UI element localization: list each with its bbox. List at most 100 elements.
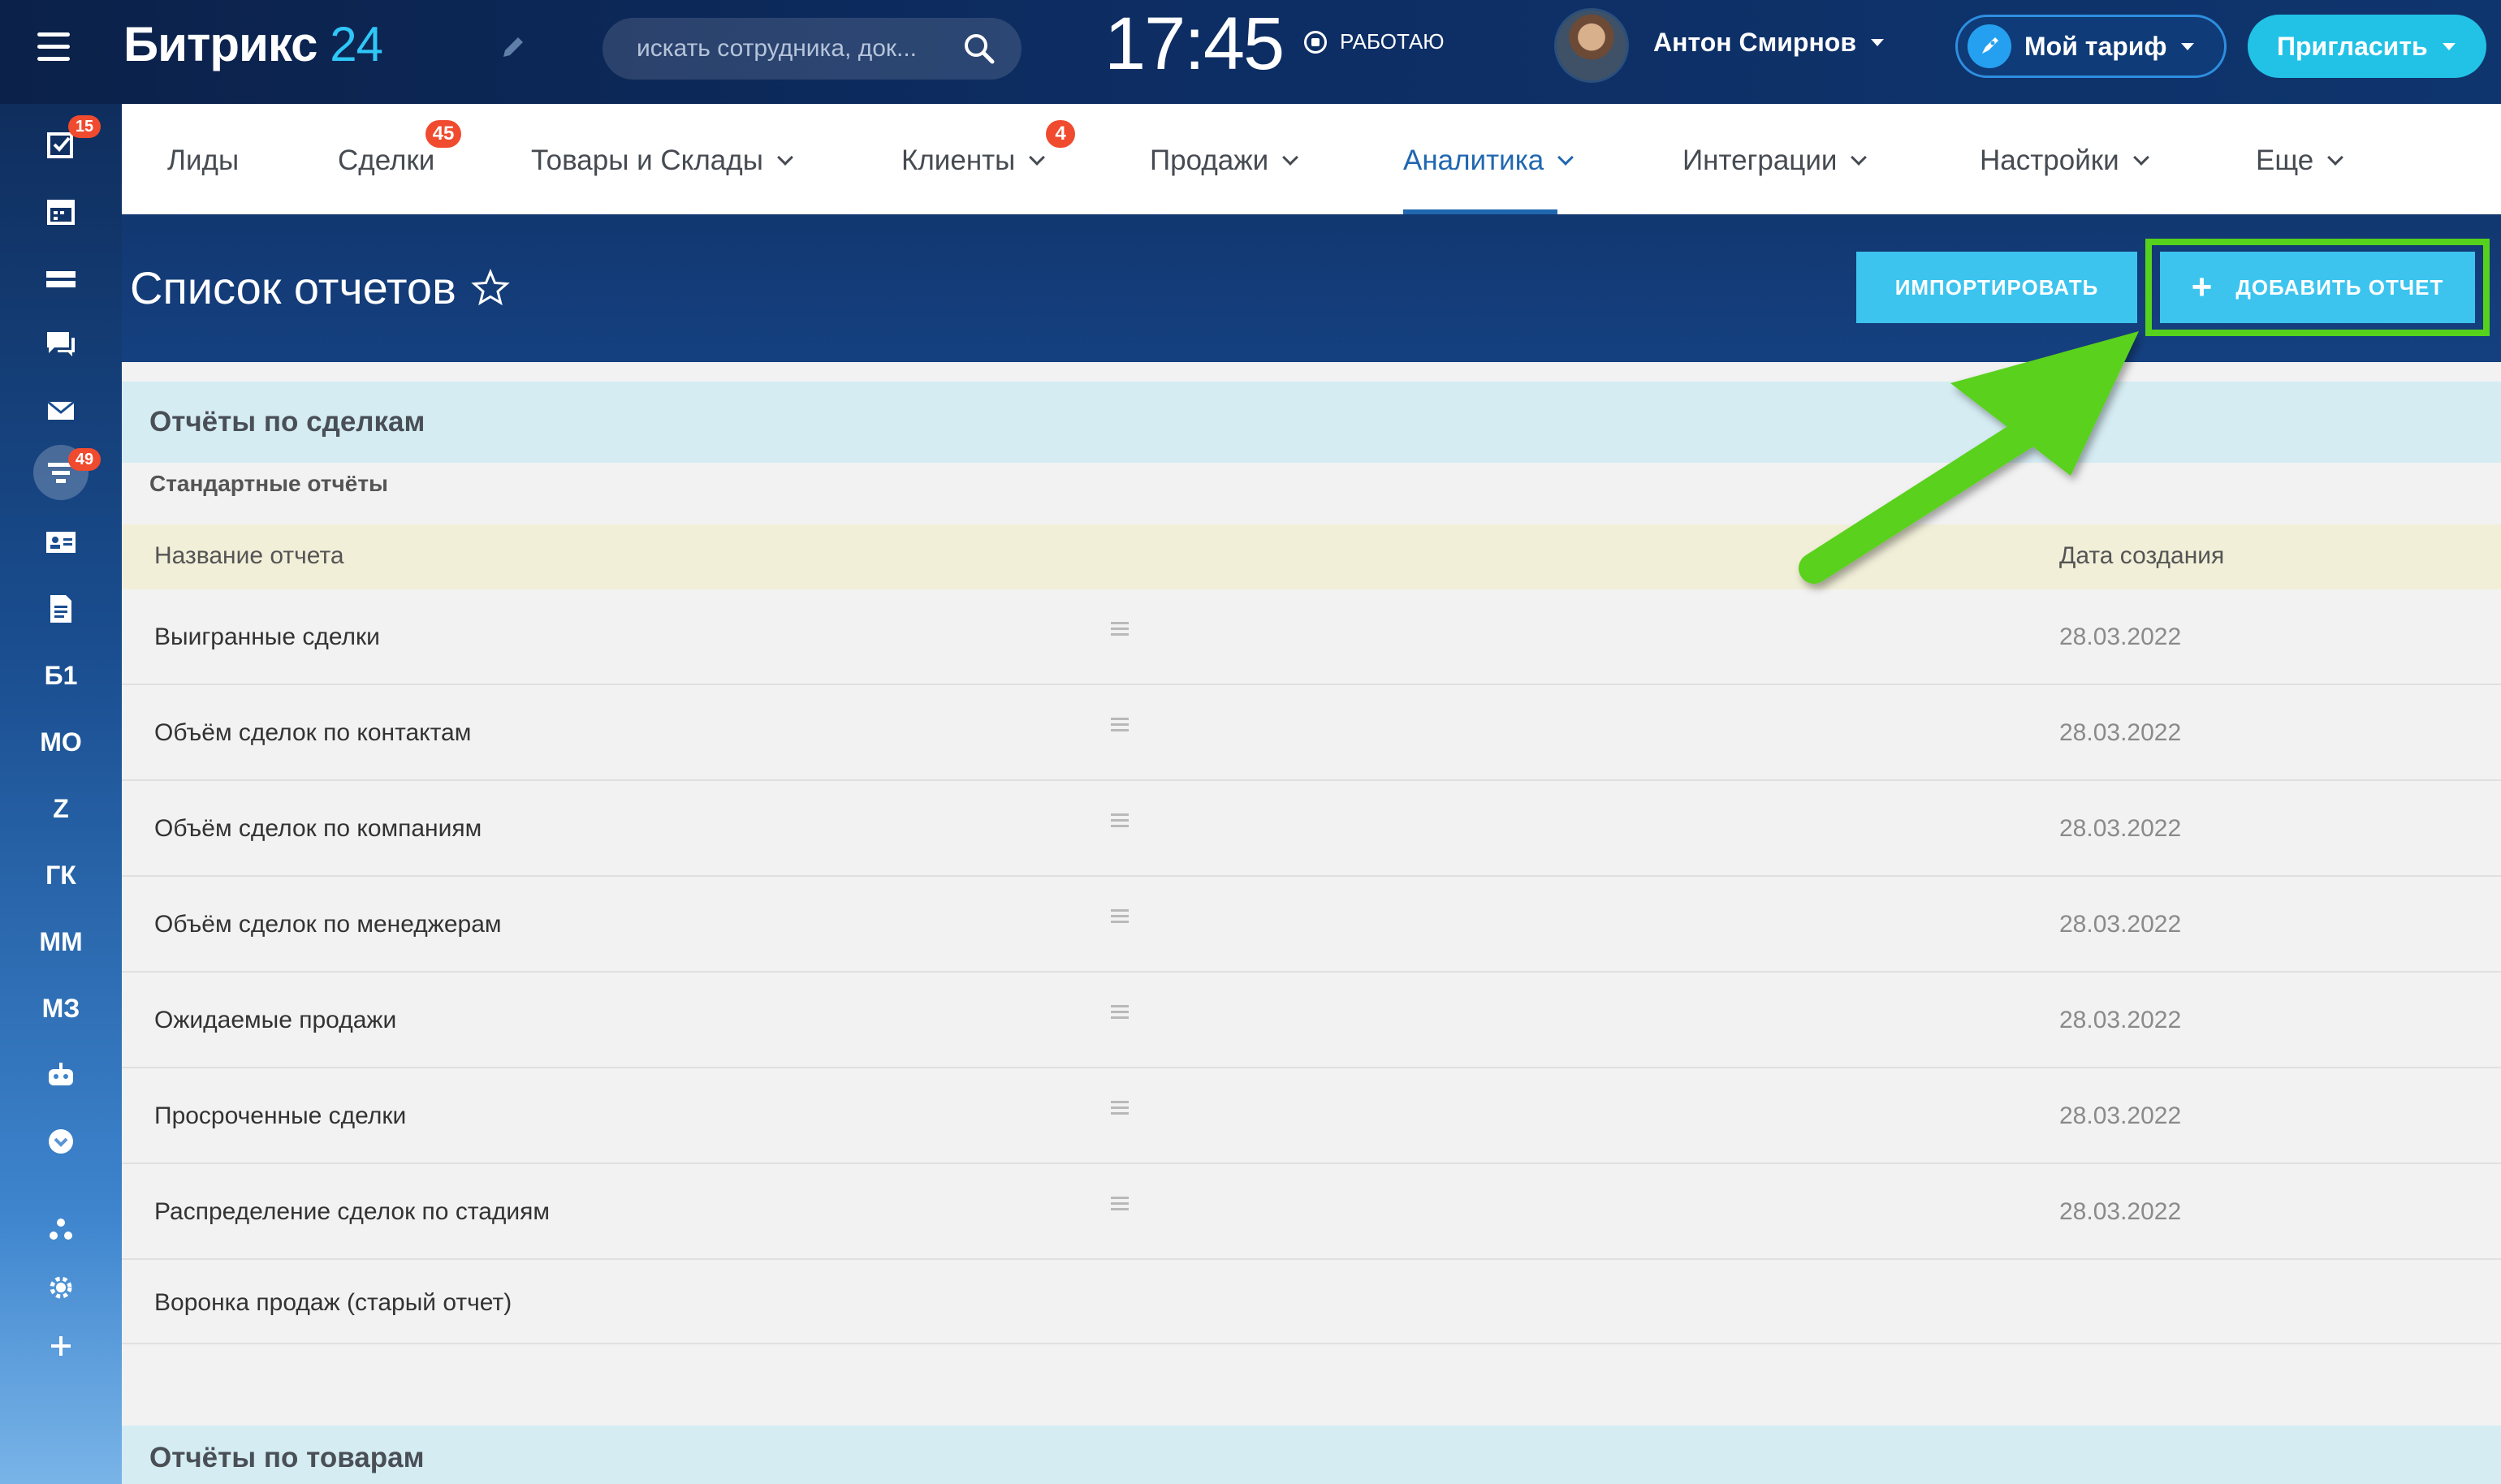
group-header-deals: Отчёты по сделкам bbox=[122, 382, 2501, 463]
search-icon[interactable] bbox=[961, 31, 997, 67]
report-name[interactable]: Воронка продаж (старый отчет) bbox=[154, 1289, 512, 1317]
hamburger-menu-icon[interactable] bbox=[37, 32, 83, 70]
table-row[interactable]: Выигранные сделки 28.03.2022 bbox=[122, 589, 2501, 685]
chevron-down-icon bbox=[1557, 149, 1574, 166]
sidebar-item-mo[interactable]: МО bbox=[0, 718, 122, 766]
invite-label: Пригласить bbox=[2277, 31, 2428, 61]
report-name[interactable]: Выигранные сделки bbox=[154, 623, 380, 651]
user-menu[interactable]: Антон Смирнов bbox=[1653, 28, 1884, 58]
clock[interactable]: 17:45 bbox=[1104, 2, 1285, 87]
search-box[interactable] bbox=[603, 18, 1022, 80]
report-name[interactable]: Объём сделок по менеджерам bbox=[154, 911, 502, 938]
edit-pencil-icon[interactable] bbox=[497, 31, 533, 67]
sidebar-item-z[interactable]: Z bbox=[0, 784, 122, 833]
tab-integrations[interactable]: Интеграции bbox=[1682, 145, 1868, 177]
stop-icon bbox=[1304, 30, 1327, 54]
group-header-products: Отчёты по товарам bbox=[122, 1426, 2501, 1484]
table-row[interactable]: Объём сделок по компаниям 28.03.2022 bbox=[122, 781, 2501, 877]
drag-handle-icon[interactable] bbox=[1111, 718, 1129, 734]
tab-products[interactable]: Товары и Склады bbox=[531, 145, 793, 177]
chevron-down-icon bbox=[776, 149, 793, 166]
table-row[interactable]: Воронка продаж (старый отчет) bbox=[122, 1260, 2501, 1344]
crm-nav-bar: Лиды Сделки 45 Товары и Склады Клиенты 4… bbox=[122, 104, 2501, 214]
column-header-date: Дата создания bbox=[2059, 542, 2225, 569]
sidebar-item-b1[interactable]: Б1 bbox=[0, 651, 122, 700]
drag-handle-icon[interactable] bbox=[1111, 1005, 1129, 1021]
report-date: 28.03.2022 bbox=[2059, 1007, 2182, 1033]
clients-badge: 4 bbox=[1046, 120, 1075, 148]
tab-label: Еще bbox=[2256, 145, 2314, 176]
import-button[interactable]: ИМПОРТИРОВАТЬ bbox=[1856, 252, 2137, 323]
import-label: ИМПОРТИРОВАТЬ bbox=[1894, 274, 2099, 300]
tab-analytics[interactable]: Аналитика bbox=[1403, 145, 1574, 177]
report-date: 28.03.2022 bbox=[2059, 1102, 2182, 1129]
report-date: 28.03.2022 bbox=[2059, 815, 2182, 842]
chat-icon[interactable] bbox=[0, 320, 122, 369]
rocket-icon bbox=[1968, 24, 2011, 68]
tariff-label: Мой тариф bbox=[2024, 31, 2167, 61]
search-input[interactable] bbox=[637, 35, 945, 63]
table-row[interactable]: Объём сделок по менеджерам 28.03.2022 bbox=[122, 877, 2501, 973]
report-name[interactable]: Распределение сделок по стадиям bbox=[154, 1198, 550, 1226]
tab-deals[interactable]: Сделки 45 bbox=[338, 120, 461, 177]
report-name[interactable]: Объём сделок по компаниям bbox=[154, 815, 482, 843]
report-date: 28.03.2022 bbox=[2059, 623, 2182, 650]
mail-icon[interactable] bbox=[0, 386, 122, 435]
drag-handle-icon[interactable] bbox=[1111, 1101, 1129, 1117]
plus-icon[interactable] bbox=[0, 1322, 122, 1370]
tasks-icon[interactable]: 15 bbox=[0, 115, 122, 169]
calendar-icon[interactable] bbox=[0, 187, 122, 235]
gear-icon[interactable] bbox=[0, 1263, 122, 1312]
report-name[interactable]: Объём сделок по контактам bbox=[154, 719, 471, 747]
table-row[interactable]: Распределение сделок по стадиям 28.03.20… bbox=[122, 1164, 2501, 1260]
drag-handle-icon[interactable] bbox=[1111, 622, 1129, 638]
sidebar-item-mm[interactable]: ММ bbox=[0, 917, 122, 966]
crm-icon[interactable]: 49 bbox=[0, 445, 122, 500]
tariff-button[interactable]: Мой тариф bbox=[1955, 15, 2227, 78]
tab-leads[interactable]: Лиды bbox=[167, 145, 239, 177]
page-title: Список отчетов bbox=[130, 261, 512, 314]
tab-sales[interactable]: Продажи bbox=[1150, 145, 1299, 177]
chevron-down-circle-icon[interactable] bbox=[0, 1117, 122, 1166]
avatar[interactable] bbox=[1554, 8, 1629, 83]
table-row[interactable]: Ожидаемые продажи 28.03.2022 bbox=[122, 973, 2501, 1068]
drag-handle-icon[interactable] bbox=[1111, 1197, 1129, 1213]
tab-label: Интеграции bbox=[1682, 145, 1838, 176]
group-title: Отчёты по товарам bbox=[149, 1442, 425, 1473]
tasks-badge: 15 bbox=[68, 115, 101, 138]
contact-card-icon[interactable] bbox=[0, 518, 122, 567]
report-date: 28.03.2022 bbox=[2059, 1198, 2182, 1225]
logo[interactable]: Битрикс 24 bbox=[123, 16, 383, 72]
table-row[interactable]: Просроченные сделки 28.03.2022 bbox=[122, 1068, 2501, 1164]
sidebar-item-label: Z bbox=[53, 793, 69, 823]
column-header-name: Название отчета bbox=[154, 542, 344, 569]
drag-handle-icon[interactable] bbox=[1111, 909, 1129, 925]
document-icon[interactable] bbox=[0, 585, 122, 633]
tab-clients[interactable]: Клиенты 4 bbox=[901, 120, 1075, 177]
tab-more[interactable]: Еще bbox=[2256, 145, 2344, 177]
top-bar: Битрикс 24 17:45 РАБОТАЮ Антон Смирнов М… bbox=[0, 0, 2501, 104]
table-row[interactable]: Объём сделок по контактам 28.03.2022 bbox=[122, 685, 2501, 781]
report-name[interactable]: Просроченные сделки bbox=[154, 1102, 406, 1130]
add-report-button[interactable]: + ДОБАВИТЬ ОТЧЕТ bbox=[2160, 252, 2475, 323]
tab-settings[interactable]: Настройки bbox=[1980, 145, 2149, 177]
subheading: Стандартные отчёты bbox=[149, 471, 388, 496]
invite-button[interactable]: Пригласить bbox=[2248, 15, 2486, 78]
active-tab-underline bbox=[1403, 209, 1557, 214]
robot-icon[interactable] bbox=[0, 1050, 122, 1099]
work-status[interactable]: РАБОТАЮ bbox=[1304, 29, 1445, 54]
sidebar-item-gk[interactable]: ГК bbox=[0, 851, 122, 899]
drag-handle-icon[interactable] bbox=[1111, 813, 1129, 830]
logo-text: Битрикс bbox=[123, 17, 318, 71]
report-name[interactable]: Ожидаемые продажи bbox=[154, 1007, 396, 1034]
sidebar-item-mz[interactable]: МЗ bbox=[0, 984, 122, 1033]
tab-label: Клиенты bbox=[901, 145, 1016, 176]
star-icon[interactable] bbox=[469, 267, 512, 309]
add-report-label: ДОБАВИТЬ ОТЧЕТ bbox=[2235, 274, 2444, 300]
group-title: Отчёты по сделкам bbox=[149, 406, 425, 438]
tab-label: Лиды bbox=[167, 145, 240, 176]
org-structure-icon[interactable] bbox=[0, 1205, 122, 1253]
chevron-down-icon bbox=[1029, 149, 1046, 166]
drive-icon[interactable] bbox=[0, 253, 122, 302]
caret-down-icon bbox=[2442, 42, 2456, 50]
